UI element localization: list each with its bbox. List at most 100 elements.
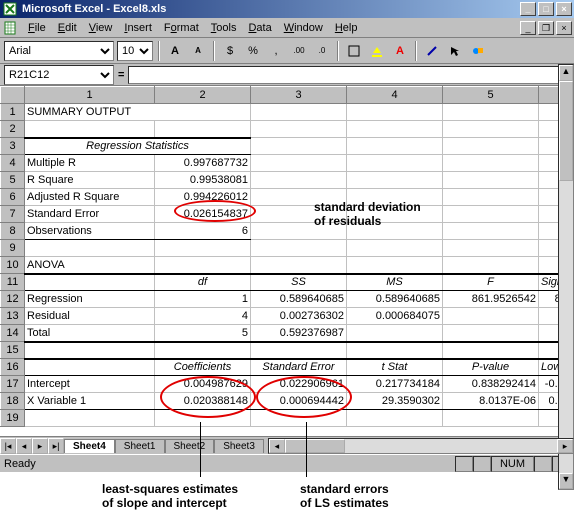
cell[interactable]: 0.020388148 bbox=[155, 393, 251, 410]
row-header[interactable]: 3 bbox=[1, 138, 25, 155]
cell[interactable]: 0.589640685 bbox=[347, 291, 443, 308]
cell[interactable]: 8.0137E-06 bbox=[443, 393, 539, 410]
row-header[interactable]: 10 bbox=[1, 257, 25, 274]
cell[interactable]: Multiple R bbox=[25, 155, 155, 172]
decrease-decimal-icon[interactable]: .0 bbox=[312, 41, 332, 61]
sheet-tab-sheet3[interactable]: Sheet3 bbox=[214, 439, 264, 453]
fill-color-icon[interactable] bbox=[367, 41, 387, 61]
cell[interactable]: 0.592376987 bbox=[251, 325, 347, 342]
equals-icon[interactable]: = bbox=[118, 69, 124, 81]
cell[interactable]: P-value bbox=[443, 359, 539, 376]
cell[interactable]: Observations bbox=[25, 223, 155, 240]
col-header[interactable]: 2 bbox=[155, 87, 251, 104]
cell[interactable]: 5 bbox=[155, 325, 251, 342]
cell[interactable]: R Square bbox=[25, 172, 155, 189]
cell[interactable]: 861.9526542 bbox=[443, 291, 539, 308]
name-box[interactable]: R21C12 bbox=[4, 65, 114, 85]
row-header[interactable]: 2 bbox=[1, 121, 25, 138]
row-header[interactable]: 13 bbox=[1, 308, 25, 325]
row-header[interactable]: 15 bbox=[1, 342, 25, 359]
cell[interactable]: 4 bbox=[155, 308, 251, 325]
cell[interactable]: ANOVA bbox=[25, 257, 155, 274]
doc-close-button[interactable]: × bbox=[556, 21, 572, 35]
font-name-select[interactable]: Arial bbox=[4, 41, 114, 61]
cell[interactable]: t Stat bbox=[347, 359, 443, 376]
draw-icon[interactable] bbox=[422, 41, 442, 61]
cell[interactable]: Coefficients bbox=[155, 359, 251, 376]
worksheet-area[interactable]: 1 2 3 4 5 1SUMMARY OUTPUT 2 3Regression … bbox=[0, 86, 574, 436]
menu-file[interactable]: File bbox=[22, 20, 52, 36]
row-header[interactable]: 14 bbox=[1, 325, 25, 342]
menu-insert[interactable]: Insert bbox=[118, 20, 158, 36]
tab-nav-first-icon[interactable]: |◂ bbox=[0, 438, 16, 454]
doc-minimize-button[interactable]: _ bbox=[520, 21, 536, 35]
scroll-up-icon[interactable]: ▲ bbox=[559, 65, 573, 81]
scroll-down-icon[interactable]: ▼ bbox=[559, 473, 573, 489]
sheet-tab-sheet2[interactable]: Sheet2 bbox=[165, 439, 215, 453]
spreadsheet-grid[interactable]: 1 2 3 4 5 1SUMMARY OUTPUT 2 3Regression … bbox=[0, 86, 574, 427]
cell[interactable]: 0.994226012 bbox=[155, 189, 251, 206]
cell[interactable]: Regression bbox=[25, 291, 155, 308]
cell[interactable]: 0.002736302 bbox=[251, 308, 347, 325]
doc-restore-button[interactable]: ❐ bbox=[538, 21, 554, 35]
comma-icon[interactable]: , bbox=[266, 41, 286, 61]
select-all-corner[interactable] bbox=[1, 87, 25, 104]
tab-nav-last-icon[interactable]: ▸| bbox=[48, 438, 64, 454]
col-header[interactable]: 4 bbox=[347, 87, 443, 104]
column-header-row[interactable]: 1 2 3 4 5 bbox=[1, 87, 574, 104]
scroll-thumb-h[interactable] bbox=[285, 439, 345, 453]
scroll-right-icon[interactable]: ▸ bbox=[557, 439, 573, 453]
close-button[interactable]: × bbox=[556, 2, 572, 16]
menu-edit[interactable]: Edit bbox=[52, 20, 83, 36]
cell[interactable]: 0.589640685 bbox=[251, 291, 347, 308]
row-header[interactable]: 17 bbox=[1, 376, 25, 393]
cell[interactable]: df bbox=[155, 274, 251, 291]
select-objects-icon[interactable] bbox=[445, 41, 465, 61]
scroll-left-icon[interactable]: ◂ bbox=[269, 439, 285, 453]
row-header[interactable]: 4 bbox=[1, 155, 25, 172]
increase-decimal-icon[interactable]: .00 bbox=[289, 41, 309, 61]
menu-window[interactable]: Window bbox=[278, 20, 329, 36]
cell[interactable]: 0.000684075 bbox=[347, 308, 443, 325]
maximize-button[interactable]: □ bbox=[538, 2, 554, 16]
minimize-button[interactable]: _ bbox=[520, 2, 536, 16]
row-header[interactable]: 7 bbox=[1, 206, 25, 223]
row-header[interactable]: 18 bbox=[1, 393, 25, 410]
cell[interactable]: Adjusted R Square bbox=[25, 189, 155, 206]
cell[interactable]: Residual bbox=[25, 308, 155, 325]
menu-tools[interactable]: Tools bbox=[205, 20, 243, 36]
cell[interactable]: 0.026154837 bbox=[155, 206, 251, 223]
cell[interactable]: 0.99538081 bbox=[155, 172, 251, 189]
scroll-thumb[interactable] bbox=[559, 81, 573, 181]
row-header[interactable]: 9 bbox=[1, 240, 25, 257]
row-header[interactable]: 16 bbox=[1, 359, 25, 376]
currency-icon[interactable]: $ bbox=[220, 41, 240, 61]
cell[interactable]: 0.000694442 bbox=[251, 393, 347, 410]
row-header[interactable]: 1 bbox=[1, 104, 25, 121]
col-header[interactable]: 1 bbox=[25, 87, 155, 104]
autoshapes-icon[interactable] bbox=[468, 41, 488, 61]
percent-icon[interactable]: % bbox=[243, 41, 263, 61]
vertical-scrollbar[interactable]: ▲ ▼ bbox=[558, 64, 574, 490]
font-color-icon[interactable]: A bbox=[390, 41, 410, 61]
cell[interactable]: 0.217734184 bbox=[347, 376, 443, 393]
cell[interactable]: Intercept bbox=[25, 376, 155, 393]
row-header[interactable]: 6 bbox=[1, 189, 25, 206]
row-header[interactable]: 11 bbox=[1, 274, 25, 291]
formula-input[interactable] bbox=[128, 66, 570, 84]
increase-font-icon[interactable]: A bbox=[165, 41, 185, 61]
cell[interactable]: X Variable 1 bbox=[25, 393, 155, 410]
cell[interactable]: SUMMARY OUTPUT bbox=[25, 104, 251, 121]
cell[interactable]: Standard Error bbox=[251, 359, 347, 376]
cell[interactable]: F bbox=[443, 274, 539, 291]
menu-view[interactable]: View bbox=[83, 20, 119, 36]
row-header[interactable]: 8 bbox=[1, 223, 25, 240]
cell[interactable]: Regression Statistics bbox=[25, 138, 251, 155]
col-header[interactable]: 3 bbox=[251, 87, 347, 104]
decrease-font-icon[interactable]: A bbox=[188, 41, 208, 61]
menu-data[interactable]: Data bbox=[242, 20, 277, 36]
horizontal-scrollbar[interactable]: ◂ ▸ bbox=[268, 438, 574, 454]
tab-nav-prev-icon[interactable]: ◂ bbox=[16, 438, 32, 454]
cell[interactable]: 0.997687732 bbox=[155, 155, 251, 172]
borders-icon[interactable] bbox=[344, 41, 364, 61]
